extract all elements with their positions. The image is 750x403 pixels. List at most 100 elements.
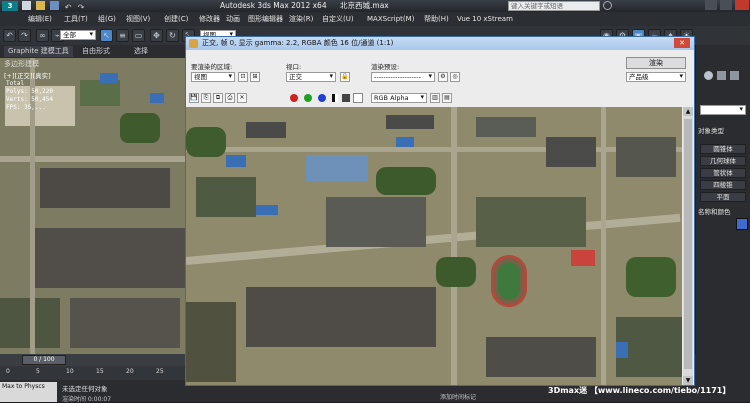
redo-icon[interactable]: ↷ xyxy=(78,3,85,12)
building-block xyxy=(246,122,286,138)
add-time-tag[interactable]: 添加时间标记 xyxy=(440,392,476,401)
link-icon[interactable]: ∞ xyxy=(36,29,49,42)
mono-icon[interactable] xyxy=(342,94,350,102)
maxscript-listener[interactable]: Max to Physcs xyxy=(0,382,57,402)
app-logo-icon[interactable]: 3 xyxy=(2,1,18,11)
redo-button[interactable]: ↷ xyxy=(18,29,31,42)
new-icon[interactable] xyxy=(22,1,31,10)
time-slider-thumb[interactable]: 0 / 100 xyxy=(22,355,66,365)
viewport-dropdown[interactable]: 正交 xyxy=(286,72,336,82)
cone-button[interactable]: 圆锥体 xyxy=(700,144,746,154)
area-label: 要渲染的区域: xyxy=(191,63,233,71)
window-controls xyxy=(705,0,750,12)
modify-tab-icon[interactable] xyxy=(717,71,727,80)
alpha-channel-icon[interactable] xyxy=(332,94,338,102)
menu-customize[interactable]: 自定义(U) xyxy=(322,13,354,25)
rotate-icon[interactable]: ↻ xyxy=(166,29,179,42)
viewport-ortho[interactable]: [+][正交][真实] Total Polys: 50,220 Verts: 5… xyxy=(0,58,187,354)
search-icon[interactable] xyxy=(603,1,612,10)
menu-tools[interactable]: 工具(T) xyxy=(64,13,88,25)
menu-graph-editors[interactable]: 图形编辑器 xyxy=(248,13,283,25)
rect-select-icon[interactable]: ▭ xyxy=(132,29,145,42)
display-toggle-icon[interactable]: ▥ xyxy=(430,93,440,103)
open-icon[interactable] xyxy=(36,1,46,10)
timeline-ruler[interactable]: 0 5 10 15 20 25 xyxy=(0,366,187,380)
quality-dropdown[interactable]: 产品级 xyxy=(626,72,686,82)
area-dropdown[interactable]: 视图 xyxy=(191,72,235,82)
menu-views[interactable]: 视图(V) xyxy=(126,13,150,25)
blue-channel-icon[interactable] xyxy=(318,94,326,102)
lock-viewport-icon[interactable]: 🔒 xyxy=(340,72,350,82)
menu-vue[interactable]: Vue 10 xStream xyxy=(457,13,513,25)
render-setup-icon[interactable]: ⚙ xyxy=(438,72,448,82)
vertical-scrollbar[interactable]: ▲ ▼ xyxy=(683,107,693,385)
menu-group[interactable]: 组(G) xyxy=(98,13,116,25)
menu-rendering[interactable]: 渲染(R) xyxy=(289,13,313,25)
tick-label: 5 xyxy=(36,368,40,375)
graphite-ribbon: Graphite 建模工具 自由形式 选择 xyxy=(0,45,188,58)
search-input[interactable]: 键入关键字或短语 xyxy=(508,1,600,11)
channel-dropdown[interactable]: RGB Alpha xyxy=(371,93,427,103)
object-type-header[interactable]: 对象类型 xyxy=(698,125,724,135)
building-block xyxy=(546,137,596,167)
menu-help[interactable]: 帮助(H) xyxy=(424,13,449,25)
tab-selection[interactable]: 选择 xyxy=(130,46,152,57)
name-color-header[interactable]: 名称和颜色 xyxy=(698,206,731,216)
environment-effects-icon[interactable]: ◎ xyxy=(450,72,460,82)
clone-window-icon[interactable]: ⧉ xyxy=(213,93,223,103)
rendered-image[interactable] xyxy=(186,107,682,385)
print-icon[interactable]: ⎙ xyxy=(225,93,235,103)
scroll-up-icon[interactable]: ▲ xyxy=(683,107,693,116)
tab-freeform[interactable]: 自由形式 xyxy=(78,46,114,57)
viewport-label[interactable]: [+][正交][真实] xyxy=(4,70,51,80)
dialog-title: 正交, 帧 0, 显示 gamma: 2.2, RGBA 颜色 16 位/通道 … xyxy=(202,39,394,47)
maximize-icon[interactable] xyxy=(720,0,733,10)
menu-edit[interactable]: 编辑(E) xyxy=(28,13,52,25)
panel-dropdown[interactable] xyxy=(700,105,746,115)
save-icon[interactable] xyxy=(50,1,60,10)
file-name: 北京西城.max xyxy=(340,1,389,10)
menu-modifiers[interactable]: 修改器 xyxy=(199,13,220,25)
clear-icon[interactable]: ✕ xyxy=(237,93,247,103)
building-block xyxy=(186,302,236,382)
dialog-titlebar[interactable]: 正交, 帧 0, 显示 gamma: 2.2, RGBA 颜色 16 位/通道 … xyxy=(186,37,694,50)
tree-cluster xyxy=(186,127,226,157)
hierarchy-tab-icon[interactable] xyxy=(730,71,740,80)
undo-icon[interactable]: ↶ xyxy=(65,3,72,12)
tab-graphite[interactable]: Graphite 建模工具 xyxy=(4,46,73,57)
ribbon-sub-label[interactable]: 多边形建模 xyxy=(4,59,39,69)
render-button[interactable]: 渲染 xyxy=(626,57,686,69)
tree-cluster xyxy=(376,167,436,195)
select-by-name-icon[interactable]: ≡ xyxy=(116,29,129,42)
dialog-close-icon[interactable]: ✕ xyxy=(674,38,690,48)
auto-region-icon[interactable]: ⊞ xyxy=(250,72,260,82)
building-block xyxy=(306,155,368,181)
menu-create[interactable]: 创建(C) xyxy=(164,13,188,25)
move-icon[interactable]: ✥ xyxy=(150,29,163,42)
stat-row: FPS: 35,... xyxy=(6,104,46,111)
tube-button[interactable]: 管状体 xyxy=(700,168,746,178)
undo-button[interactable]: ↶ xyxy=(3,29,16,42)
select-object-icon[interactable]: ↖ xyxy=(100,29,113,42)
create-tab-icon[interactable] xyxy=(704,71,713,80)
red-channel-icon[interactable] xyxy=(290,94,298,102)
pyramid-button[interactable]: 四棱锥 xyxy=(700,180,746,190)
geosphere-button[interactable]: 几何球体 xyxy=(700,156,746,166)
close-icon[interactable] xyxy=(735,0,750,10)
time-slider[interactable]: 0 / 100 xyxy=(0,354,187,366)
menu-animation[interactable]: 动画 xyxy=(226,13,240,25)
scroll-thumb[interactable] xyxy=(684,119,692,369)
save-image-icon[interactable]: 💾 xyxy=(189,93,199,103)
swatch-white[interactable] xyxy=(353,93,363,103)
color-swatch[interactable] xyxy=(736,218,748,230)
frame-toggle-icon[interactable]: ▤ xyxy=(442,93,452,103)
edit-region-icon[interactable]: ⊡ xyxy=(238,72,248,82)
minimize-icon[interactable] xyxy=(705,0,717,10)
copy-image-icon[interactable]: ⎘ xyxy=(201,93,211,103)
selection-filter-dropdown[interactable]: 全部 xyxy=(60,30,96,40)
green-channel-icon[interactable] xyxy=(304,94,312,102)
plane-button[interactable]: 平面 xyxy=(700,192,746,202)
menu-maxscript[interactable]: MAXScript(M) xyxy=(367,13,414,25)
scroll-down-icon[interactable]: ▼ xyxy=(683,376,693,385)
preset-dropdown[interactable]: -------------------- xyxy=(371,72,435,82)
